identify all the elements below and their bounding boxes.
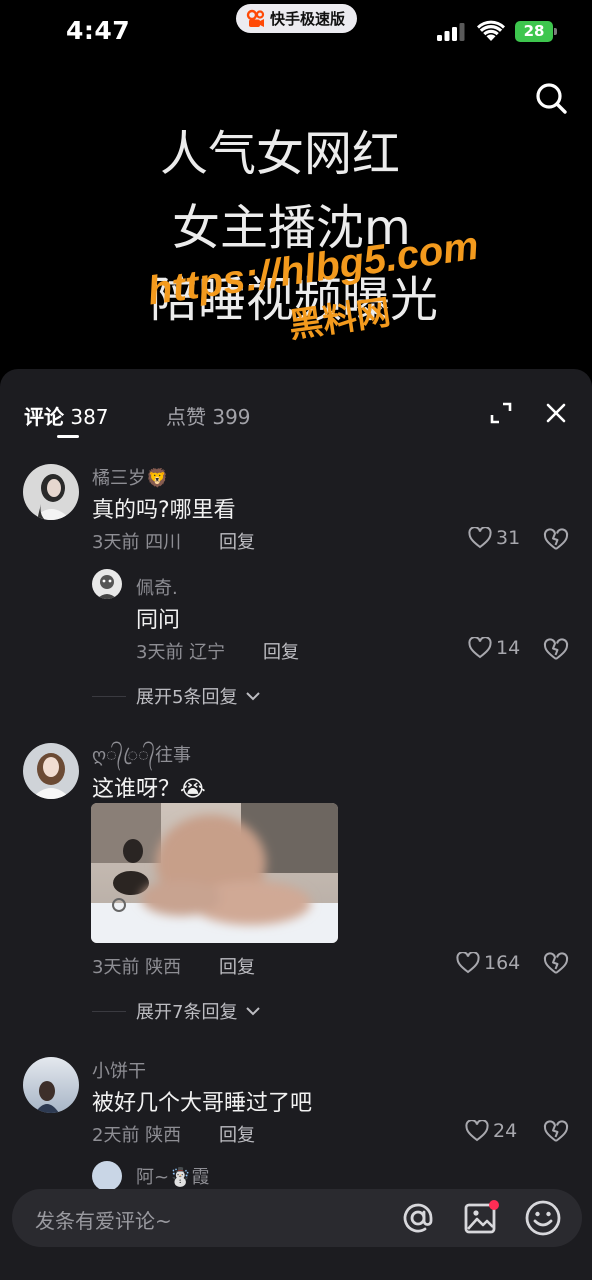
comment-meta: 2天前 陕西: [92, 1125, 182, 1146]
comment-input-placeholder[interactable]: 发条有爱评论~: [35, 1205, 172, 1234]
home-indicator: [0, 1262, 592, 1280]
heart-icon: [465, 1120, 489, 1142]
chevron-down-icon: [246, 1007, 261, 1016]
expand-replies-label: 展开7条回复: [136, 1002, 238, 1023]
comment-text: 被好几个大哥睡过了吧: [92, 1091, 313, 1116]
like-count: 14: [496, 637, 521, 659]
comment-meta: 3天前 四川: [92, 532, 182, 553]
comment-username[interactable]: 小饼干: [92, 1057, 146, 1083]
dislike-icon[interactable]: [543, 952, 569, 976]
comments-panel: 评论 387 点赞 399 橘三岁🦁 真的吗?哪里看 3天前 四川 回复 31 …: [0, 369, 592, 1280]
avatar[interactable]: [23, 743, 79, 799]
kuaishou-logo-icon: [246, 9, 265, 27]
status-bar: 4:47 快手极速版 28: [0, 0, 592, 62]
comment-meta: 3天前 辽宁: [136, 642, 226, 663]
like-button[interactable]: 31: [468, 527, 520, 549]
emoji-icon[interactable]: [524, 1199, 562, 1237]
heart-icon: [468, 637, 492, 659]
status-time: 4:47: [66, 16, 131, 45]
image-icon[interactable]: [463, 1200, 499, 1236]
expand-replies[interactable]: 展开5条回复: [92, 683, 263, 709]
heart-icon: [456, 952, 480, 974]
battery-level: 28: [515, 21, 553, 42]
tab-comments[interactable]: 评论 387: [24, 401, 109, 430]
reply-button[interactable]: 回复: [219, 1121, 255, 1147]
comments-tabs: 评论 387 点赞 399: [0, 369, 592, 439]
like-button[interactable]: 14: [468, 637, 520, 659]
avatar[interactable]: [23, 1057, 79, 1113]
dislike-icon[interactable]: [543, 1120, 569, 1144]
expand-icon[interactable]: [489, 401, 513, 425]
reply-button[interactable]: 回复: [219, 528, 255, 554]
like-button[interactable]: 164: [456, 952, 520, 974]
comments-count: 387: [70, 405, 109, 429]
like-count: 164: [484, 952, 521, 974]
avatar[interactable]: [23, 464, 79, 520]
app-return-pill[interactable]: 快手极速版: [236, 4, 358, 33]
comment-input-bar[interactable]: 发条有爱评论~: [12, 1189, 582, 1247]
comment-image[interactable]: [91, 803, 338, 943]
dislike-icon[interactable]: [543, 528, 569, 552]
comment-text: 这谁呀？😭: [92, 777, 206, 802]
tab-likes[interactable]: 点赞 399: [166, 401, 251, 430]
dislike-icon[interactable]: [543, 638, 569, 662]
comment-username[interactable]: 橘三岁🦁: [92, 464, 168, 490]
search-icon[interactable]: [533, 80, 569, 116]
like-button[interactable]: 24: [465, 1120, 517, 1142]
comment-username[interactable]: 阿~☃️霞: [136, 1163, 210, 1189]
active-tab-indicator: [57, 435, 79, 438]
comment-text: 真的吗?哪里看: [92, 498, 236, 523]
like-count: 31: [496, 527, 521, 549]
reply-button[interactable]: 回复: [263, 638, 299, 664]
notification-dot: [489, 1200, 499, 1210]
comment-meta: 3天前 陕西: [92, 957, 182, 978]
comment-text: 同问: [136, 608, 181, 633]
avatar[interactable]: [92, 1161, 122, 1191]
reply-button[interactable]: 回复: [219, 953, 255, 979]
battery-indicator: 28: [515, 21, 557, 42]
avatar[interactable]: [92, 569, 122, 599]
like-count: 24: [493, 1120, 518, 1142]
heart-icon: [468, 527, 492, 549]
cellular-signal-icon: [437, 23, 465, 41]
chevron-down-icon: [246, 692, 261, 701]
at-mention-icon[interactable]: [400, 1200, 436, 1236]
comment-username[interactable]: 佩奇.: [136, 574, 178, 600]
wifi-icon: [477, 20, 505, 41]
expand-replies-label: 展开5条回复: [136, 687, 238, 708]
app-name: 快手极速版: [270, 10, 346, 28]
likes-count: 399: [212, 405, 251, 429]
watermark-name: 黑料网: [286, 292, 394, 347]
expand-replies[interactable]: 展开7条回复: [92, 998, 263, 1024]
video-caption-line-1: 人气女网红: [160, 126, 401, 182]
close-icon[interactable]: [545, 402, 567, 424]
